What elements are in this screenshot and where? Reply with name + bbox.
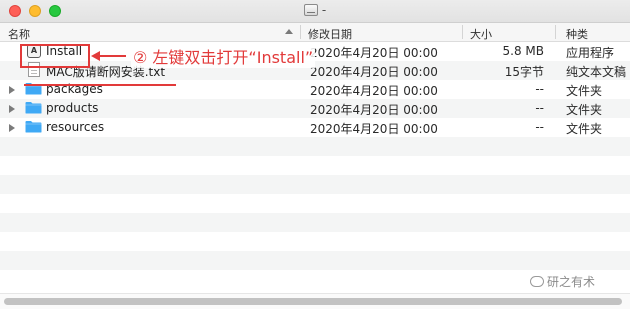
- file-kind: 文件夹: [566, 103, 603, 117]
- column-header: 名称 修改日期 大小 种类: [0, 23, 630, 42]
- file-date: 2020年4月20日 00:00: [310, 122, 438, 136]
- file-kind: 纯文本文稿: [566, 65, 627, 79]
- empty-row: [0, 137, 630, 156]
- annotation-arrow: [96, 55, 126, 57]
- annotation-highlight-box: [20, 44, 90, 68]
- file-name: products: [46, 101, 99, 115]
- file-size: 5.8 MB: [502, 44, 544, 58]
- folder-icon: [25, 102, 42, 114]
- wechat-icon: [530, 276, 544, 287]
- title-bar: -: [0, 0, 630, 23]
- disclosure-triangle-icon[interactable]: [9, 124, 15, 132]
- file-kind: 文件夹: [566, 84, 603, 98]
- column-divider[interactable]: [462, 25, 463, 39]
- window-title: -: [0, 3, 630, 17]
- sort-ascending-icon: [285, 29, 293, 34]
- drive-icon: [303, 4, 318, 16]
- column-header-date[interactable]: 修改日期: [308, 26, 352, 42]
- file-date: 2020年4月20日 00:00: [310, 103, 438, 117]
- empty-row: [0, 194, 630, 213]
- folder-icon: [25, 121, 42, 133]
- file-date: 2020年4月20日 00:00: [310, 84, 438, 98]
- empty-row: [0, 213, 630, 232]
- annotation-text: ② 左键双击打开“Install”: [131, 44, 316, 68]
- empty-row: [0, 251, 630, 270]
- empty-row: [0, 232, 630, 251]
- column-header-kind[interactable]: 种类: [566, 26, 588, 42]
- file-date: 2020年4月20日 00:00: [310, 65, 438, 79]
- list-item[interactable]: products 2020年4月20日 00:00 -- 文件夹: [0, 99, 630, 118]
- column-divider[interactable]: [300, 25, 301, 39]
- file-size: 15字节: [504, 65, 544, 79]
- arrow-left-icon: [91, 51, 100, 61]
- empty-row: [0, 175, 630, 194]
- file-kind: 文件夹: [566, 122, 603, 136]
- disclosure-triangle-icon[interactable]: [9, 86, 15, 94]
- column-header-size[interactable]: 大小: [470, 26, 492, 42]
- list-item[interactable]: resources 2020年4月20日 00:00 -- 文件夹: [0, 118, 630, 137]
- file-size: --: [535, 120, 544, 134]
- file-size: --: [535, 82, 544, 96]
- disclosure-triangle-icon[interactable]: [9, 105, 15, 113]
- empty-row: [0, 156, 630, 175]
- file-size: --: [535, 101, 544, 115]
- file-name: resources: [46, 120, 105, 134]
- window-title-text: -: [321, 3, 327, 17]
- horizontal-scrollbar[interactable]: [0, 293, 630, 309]
- list-item[interactable]: packages 2020年4月20日 00:00 -- 文件夹: [0, 80, 630, 99]
- watermark: 研之有术: [530, 273, 595, 290]
- column-divider[interactable]: [555, 25, 556, 39]
- finder-window: - 名称 修改日期 大小 种类 A Install 2020年4月20日 00:…: [0, 0, 630, 309]
- scrollbar-thumb[interactable]: [4, 298, 622, 305]
- annotation-underline: [24, 84, 176, 86]
- file-date: 2020年4月20日 00:00: [310, 46, 438, 60]
- watermark-text: 研之有术: [547, 275, 596, 289]
- column-header-name[interactable]: 名称: [8, 26, 30, 42]
- file-kind: 应用程序: [566, 46, 615, 60]
